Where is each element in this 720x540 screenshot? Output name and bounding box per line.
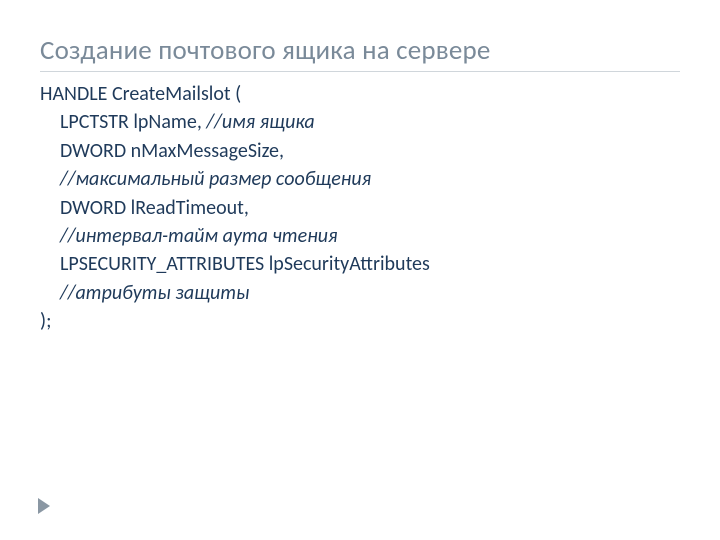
slide-body: HANDLE CreateMailslot ( LPCTSTR lpName, … (40, 80, 680, 336)
code-line: LPCTSTR lpName, //имя ящика (60, 108, 680, 136)
code-comment: //максимальный размер сообщения (60, 165, 680, 193)
code-line: DWORD lReadTimeout, (60, 194, 680, 222)
arrow-icon (38, 498, 50, 514)
code-line: DWORD nMaxMessageSize, (60, 137, 680, 165)
code-comment: //интервал-тайм аута чтения (60, 222, 680, 250)
code-text: LPCTSTR lpName, (60, 110, 206, 134)
code-line: LPSECURITY_ATTRIBUTES lpSecurityAttribut… (60, 250, 680, 278)
code-comment: //имя ящика (206, 110, 314, 134)
code-comment: //атрибуты защиты (60, 279, 680, 307)
slide-title: Создание почтового ящика на сервере (40, 34, 680, 72)
code-line: HANDLE CreateMailslot ( (40, 80, 680, 108)
code-line: ); (40, 307, 680, 335)
